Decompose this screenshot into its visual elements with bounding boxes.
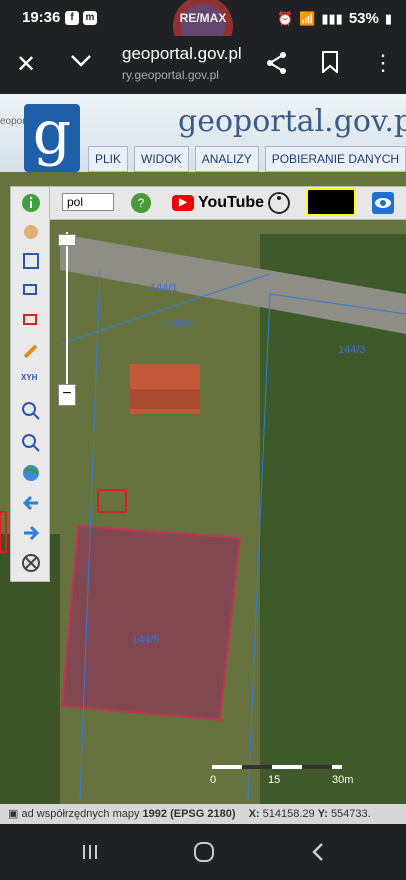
parcel-label: 144/3	[338, 344, 366, 356]
coordinate-label: ad współrzędnych mapy	[21, 808, 140, 820]
svg-text:RE/MAX: RE/MAX	[180, 11, 227, 25]
pencil-icon[interactable]	[21, 341, 41, 361]
scale-bar	[212, 765, 342, 769]
compass-icon[interactable]	[21, 553, 41, 573]
menu-widok[interactable]: WIDOK	[134, 146, 189, 172]
y-value: 554733.	[330, 808, 371, 820]
zoom-slider[interactable]: −	[58, 232, 76, 412]
language-select[interactable]: pol	[62, 193, 114, 211]
status-right: ⏰ 📶 ▮▮▮ 53% ▮	[277, 10, 392, 27]
coordinate-bar: ▣ ad współrzędnych mapy 1992 (EPSG 2180)…	[0, 804, 406, 824]
coordinate-system-icon: ▣	[8, 808, 19, 820]
youtube-label: YouTube	[198, 194, 265, 211]
accessibility-icon[interactable]	[268, 192, 290, 214]
menu-analizy[interactable]: ANALIZY	[194, 146, 259, 172]
home-icon[interactable]	[192, 840, 216, 864]
parcel-label: 144/1	[150, 282, 178, 294]
select-red-icon[interactable]	[21, 311, 41, 331]
parcel-label: 144/5	[132, 634, 160, 646]
geoportal-logo-icon[interactable]: g	[24, 103, 80, 172]
share-icon[interactable]	[266, 51, 288, 75]
zoom-minus-button[interactable]: −	[58, 384, 76, 406]
time: 19:36	[22, 9, 61, 26]
url-host[interactable]: geoportal.gov.pl	[122, 44, 242, 64]
map-tools-sidebar: XYH	[10, 186, 50, 582]
globe-icon[interactable]	[21, 463, 41, 483]
scale-label: 30m	[332, 774, 354, 786]
y-label: Y:	[317, 808, 328, 820]
system-nav-bar	[0, 824, 406, 880]
site-header: eoportal krajowy g geoportal.gov.pl PLIK…	[0, 94, 406, 172]
svg-text:?: ?	[138, 196, 145, 210]
battery-percent: 53%	[348, 10, 379, 27]
hand-icon[interactable]	[21, 222, 41, 242]
alarm-icon: ⏰	[276, 10, 294, 26]
bookmark-icon[interactable]	[322, 51, 338, 73]
facebook-icon: f	[65, 11, 79, 25]
mail-icon: m	[83, 11, 97, 25]
zoom-track	[66, 232, 68, 394]
forward-icon[interactable]	[21, 523, 41, 543]
wifi-icon: 📶	[299, 10, 316, 26]
back-icon[interactable]	[21, 493, 41, 513]
status-bar: 19:36 f m RE/MAX ⏰ 📶 ▮▮▮ 53% ▮	[0, 0, 406, 36]
close-icon[interactable]: ✕	[16, 50, 36, 79]
zoom-out-icon[interactable]	[21, 433, 41, 453]
zoom-handle[interactable]	[58, 234, 76, 246]
select-icon[interactable]	[21, 281, 41, 301]
scale-label: 0	[210, 774, 217, 786]
signal-icon: ▮▮▮	[321, 10, 343, 26]
battery-icon: ▮	[384, 10, 392, 26]
more-icon[interactable]: ⋮	[372, 50, 394, 76]
chevron-down-icon[interactable]	[70, 52, 92, 70]
parcel-label: 144/4	[166, 318, 194, 330]
help-icon[interactable]: ?	[130, 192, 152, 214]
contrast-eye-icon[interactable]	[306, 188, 356, 216]
info-icon[interactable]	[21, 193, 41, 213]
back-nav-icon[interactable]	[308, 840, 328, 864]
menu-plik[interactable]: PLIK	[88, 146, 129, 172]
map-scale: 0 15 30m	[208, 762, 358, 792]
view-eye-icon[interactable]	[372, 192, 394, 214]
layers-icon[interactable]	[21, 251, 41, 271]
xyh-icon[interactable]: XYH	[21, 373, 41, 393]
youtube-link[interactable]: ▶ YouTube	[172, 194, 264, 212]
youtube-icon: ▶	[172, 195, 194, 211]
main-menu: PLIK WIDOK ANALIZY POBIERANIE DANYCH WY	[88, 146, 406, 172]
web-page: eoportal krajowy g geoportal.gov.pl PLIK…	[0, 94, 406, 804]
browser-toolbar: ✕ geoportal.gov.pl ry.geoportal.gov.pl ⋮	[0, 36, 406, 94]
recents-icon[interactable]	[80, 842, 100, 862]
site-brand: geoportal.gov.pl	[178, 104, 406, 139]
menu-pobieranie[interactable]: POBIERANIE DANYCH	[264, 146, 406, 172]
scale-label: 15	[268, 774, 281, 786]
remax-logo: RE/MAX	[173, 0, 233, 36]
notification-icons: f m	[65, 11, 97, 25]
x-label: X:	[248, 808, 260, 820]
url-path: ry.geoportal.gov.pl	[122, 68, 219, 82]
x-value: 514158.29	[262, 808, 315, 820]
zoom-in-icon[interactable]	[21, 401, 41, 421]
coordinate-system: 1992 (EPSG 2180)	[142, 808, 236, 820]
map-toolbar: pol ? ▶ YouTube	[10, 186, 406, 220]
